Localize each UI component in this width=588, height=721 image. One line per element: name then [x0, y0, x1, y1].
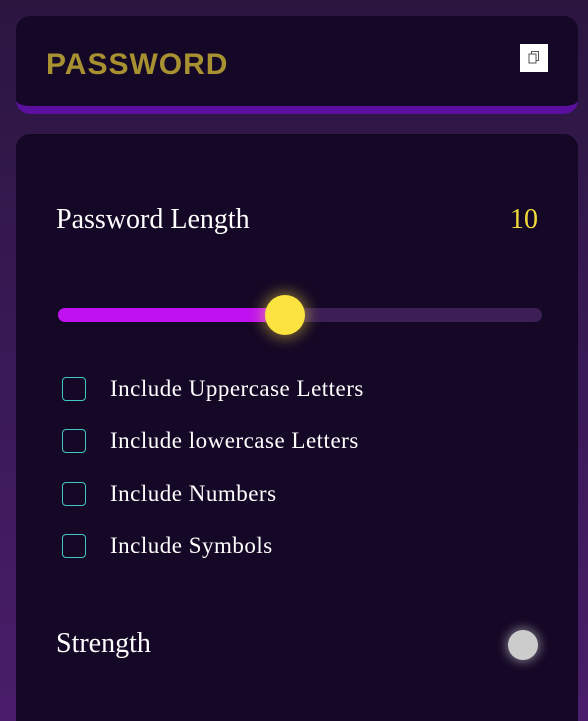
- uppercase-checkbox[interactable]: [62, 377, 86, 401]
- option-lowercase[interactable]: Include lowercase Letters: [62, 426, 359, 456]
- symbols-checkbox[interactable]: [62, 534, 86, 558]
- password-length-value: 10: [510, 204, 538, 235]
- slider-fill: [58, 308, 286, 322]
- slider-thumb[interactable]: [265, 295, 306, 335]
- lowercase-label: Include lowercase Letters: [110, 428, 359, 453]
- option-symbols[interactable]: Include Symbols: [62, 531, 273, 561]
- uppercase-label: Include Uppercase Letters: [110, 376, 364, 401]
- copy-button[interactable]: [520, 44, 548, 72]
- password-length-label: Password Length: [56, 204, 250, 235]
- password-display-card: PASSWORD: [16, 16, 578, 114]
- strength-indicator: [508, 630, 538, 660]
- symbols-label: Include Symbols: [110, 533, 273, 558]
- length-slider[interactable]: [58, 295, 542, 335]
- numbers-checkbox[interactable]: [62, 482, 86, 506]
- numbers-label: Include Numbers: [110, 481, 277, 506]
- lowercase-checkbox[interactable]: [62, 429, 86, 453]
- strength-label: Strength: [56, 628, 151, 659]
- option-uppercase[interactable]: Include Uppercase Letters: [62, 374, 364, 404]
- settings-card: Password Length 10 Include Uppercase Let…: [16, 134, 578, 721]
- option-numbers[interactable]: Include Numbers: [62, 479, 277, 509]
- copy-icon: [528, 51, 539, 64]
- password-text: PASSWORD: [46, 48, 229, 81]
